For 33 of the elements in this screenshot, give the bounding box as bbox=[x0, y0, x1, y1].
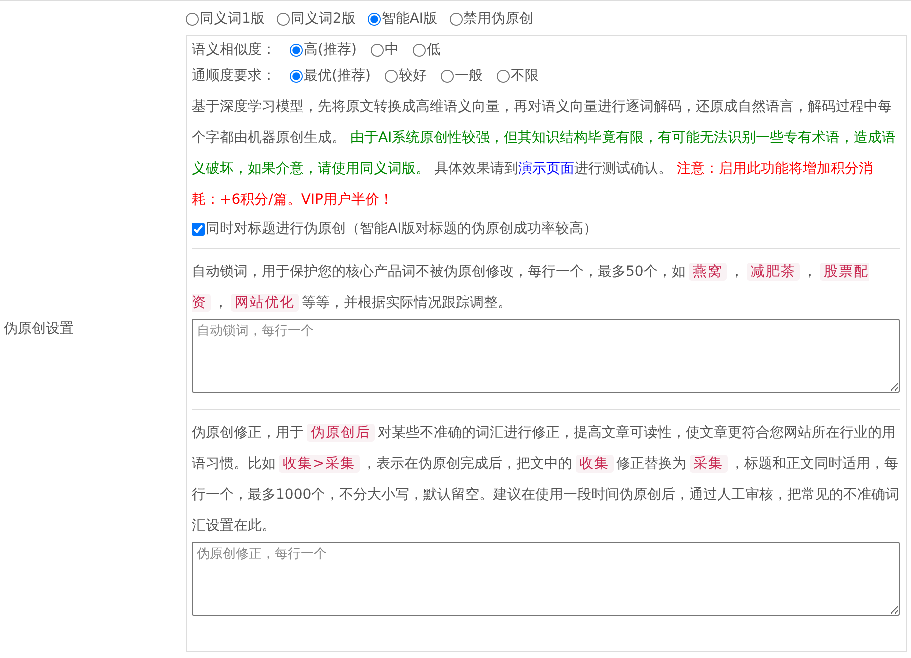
option-label: 中 bbox=[384, 40, 399, 60]
radio-button[interactable] bbox=[290, 44, 303, 56]
radio-button[interactable] bbox=[440, 70, 454, 82]
field-label: 通顺度要求： bbox=[192, 66, 276, 86]
field-label: 语义相似度： bbox=[192, 40, 276, 60]
checkbox-label: 同时对标题进行伪原创（智能AI版对标题的伪原创成功率较高） bbox=[206, 220, 598, 238]
lock-words-field[interactable]: 自动锁词，每行一个 bbox=[192, 319, 900, 393]
demo-link[interactable]: 演示页面 bbox=[518, 161, 574, 177]
description-text: 基于深度学习模型，先将原文转换成高维语义向量，再对语义向量进行逐词解码，还原成自然语言，解码过程中每个字都由机器原创生成。 由于AI系统原创性较强，但其知识结构毕竟有限，有可能无法识别一些专有术语，造成语义破坏，如果介意，请使用同义词版。 具体效果请到演示页面进行测试确认。 注意：启用此功能将增加积分消耗：+6积分/篇。VIP用户半价！ bbox=[192, 98, 898, 210]
radio-button[interactable] bbox=[276, 12, 290, 26]
option-label: 高(推荐) bbox=[304, 40, 357, 60]
description-text: 伪原创修正，用于 伪原创后 对某些不准确的词汇进行修正，提高文章可读性，使文章更符合您网站所在行业的用语习惯。比如 收集>采集 ，表示在伪原创完成后，把文中的 收集 修正替换为 采集 ，标题和正文同时适用，每行一个，最多1000个，不分大小写，默认留空。建议在使用一段时间伪原创后，通过人工审核，把常见的不准确词汇设置在此。 bbox=[192, 423, 900, 536]
option-label: 低 bbox=[426, 40, 441, 60]
option-label: 同义词2版 bbox=[290, 10, 356, 28]
option-label: 同义词1版 bbox=[200, 10, 265, 28]
radio-button[interactable] bbox=[368, 12, 381, 26]
radio-button[interactable] bbox=[290, 70, 303, 82]
radio-button[interactable] bbox=[450, 12, 463, 26]
radio-button[interactable] bbox=[384, 70, 398, 82]
option-label: 智能AI版 bbox=[382, 10, 438, 28]
radio-button[interactable] bbox=[186, 12, 199, 26]
option-label: 最优(推荐) bbox=[304, 66, 371, 86]
correction-field[interactable]: 伪原创修正，每行一个 bbox=[192, 542, 900, 616]
title-checkbox[interactable] bbox=[192, 222, 205, 236]
field-label: 伪原创设置 bbox=[4, 320, 74, 339]
option-label: 禁用伪原创 bbox=[464, 10, 534, 28]
radio-button[interactable] bbox=[412, 44, 426, 56]
option-label: 不限 bbox=[510, 66, 539, 86]
radio-button[interactable] bbox=[370, 44, 384, 56]
option-label: 一般 bbox=[454, 66, 483, 86]
radio-button[interactable] bbox=[496, 70, 510, 82]
description-text: 自动锁词，用于保护您的核心产品词不被伪原创修改，每行一个，最多50个，如 燕窝 ， 减肥茶 ， 股票配资 ， 网站优化 等等，并根据实际情况跟踪调整。 bbox=[192, 262, 870, 314]
option-label: 较好 bbox=[398, 66, 427, 86]
